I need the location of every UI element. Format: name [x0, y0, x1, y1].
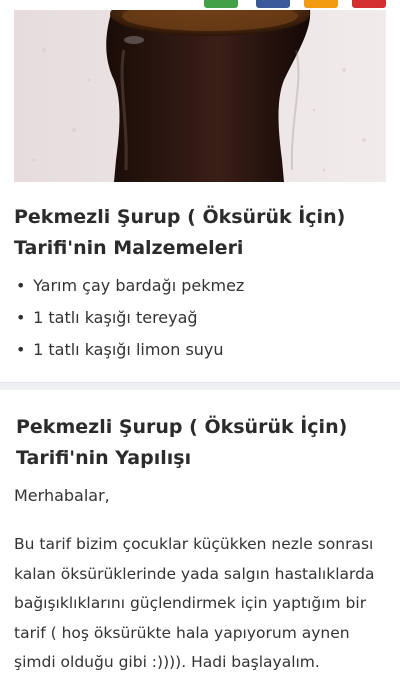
list-item: • 1 tatlı kaşığı tereyağ: [16, 302, 244, 334]
ingredients-list: • Yarım çay bardağı pekmez • 1 tatlı kaş…: [16, 270, 244, 366]
bullet-icon: •: [16, 276, 26, 295]
share-button[interactable]: [304, 0, 338, 8]
recipe-page: Pekmezli Şurup ( Öksürük İçin) Tarifi'ni…: [0, 0, 400, 681]
bullet-icon: •: [16, 308, 26, 327]
share-buttons: [0, 0, 400, 10]
ingredients-section: Pekmezli Şurup ( Öksürük İçin) Tarifi'ni…: [0, 182, 400, 382]
list-item: • Yarım çay bardağı pekmez: [16, 270, 244, 302]
list-item: • 1 tatlı kaşığı limon suyu: [16, 334, 244, 366]
tea-glass-image: [14, 10, 386, 182]
facebook-share-button[interactable]: [256, 0, 290, 8]
preparation-paragraph: Bu tarif bizim çocuklar küçükken nezle s…: [14, 535, 375, 671]
preparation-section: Pekmezli Şurup ( Öksürük İçin) Tarifi'ni…: [0, 390, 400, 681]
pinterest-share-button[interactable]: [352, 0, 386, 8]
bullet-icon: •: [16, 340, 26, 359]
preparation-title: Pekmezli Şurup ( Öksürük İçin) Tarifi'ni…: [16, 416, 348, 469]
ingredients-title: Pekmezli Şurup ( Öksürük İçin) Tarifi'ni…: [14, 206, 346, 259]
whatsapp-share-button[interactable]: [204, 0, 238, 8]
greeting-text: Merhabalar,: [14, 486, 110, 505]
recipe-photo: [14, 10, 386, 182]
